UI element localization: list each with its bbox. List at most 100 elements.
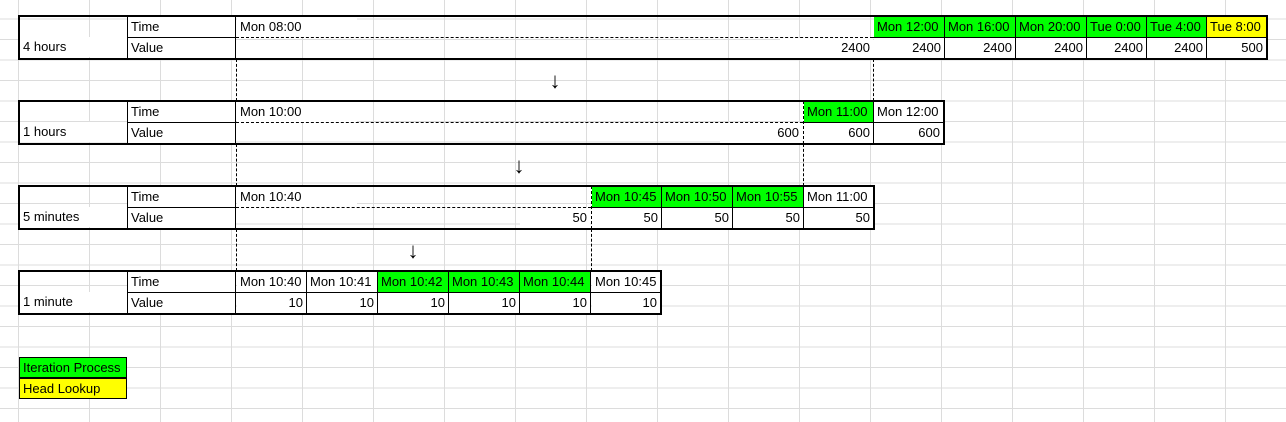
value-cell[interactable]: 50 [733, 208, 803, 228]
table-border [803, 186, 804, 229]
zoom-guide-line [236, 229, 237, 271]
resolution-label-1m[interactable]: 1 minute [20, 292, 127, 312]
value-cell[interactable]: 600 [804, 123, 873, 143]
table-border [18, 228, 875, 230]
value-cell[interactable]: 50 [520, 208, 590, 228]
table-border [18, 185, 20, 230]
row-label-time[interactable]: Time [128, 17, 235, 37]
table-border [18, 143, 945, 145]
table-border [18, 313, 662, 315]
table-border [18, 15, 20, 60]
time-cell[interactable]: Mon 20:00 [1016, 17, 1086, 37]
value-cell[interactable]: 10 [592, 293, 660, 313]
time-cell[interactable]: Mon 08:00 [237, 17, 357, 37]
time-cell[interactable]: Mon 10:40 [237, 187, 357, 207]
value-cell[interactable]: 10 [307, 293, 377, 313]
row-label-time[interactable]: Time [128, 102, 235, 122]
time-cell[interactable]: Mon 10:50 [662, 187, 732, 207]
value-cell[interactable]: 10 [520, 293, 590, 313]
time-cell[interactable]: Mon 12:00 [874, 17, 944, 37]
value-cell[interactable]: 2400 [1016, 38, 1086, 58]
value-cell[interactable]: 10 [378, 293, 448, 313]
table-border [448, 271, 449, 314]
table-border [18, 270, 662, 272]
value-cell[interactable]: 2400 [874, 38, 944, 58]
table-border [128, 207, 235, 208]
table-border [18, 100, 20, 145]
table-border [18, 185, 875, 187]
table-border [590, 271, 591, 314]
value-cell[interactable]: 600 [874, 123, 943, 143]
value-cell[interactable]: 2400 [780, 38, 873, 58]
time-cell[interactable]: Mon 10:42 [378, 272, 448, 292]
row-label-value[interactable]: Value [128, 123, 235, 143]
value-cell[interactable]: 2400 [945, 38, 1015, 58]
time-cell[interactable]: Mon 10:43 [449, 272, 519, 292]
row-label-value[interactable]: Value [128, 38, 235, 58]
table-border [236, 122, 803, 123]
time-cell[interactable]: Mon 10:44 [520, 272, 590, 292]
row-label-value[interactable]: Value [128, 293, 235, 313]
time-cell[interactable]: Tue 4:00 [1147, 17, 1206, 37]
table-border [306, 271, 307, 314]
table-border [1146, 16, 1147, 59]
down-arrow-icon: ↓ [513, 153, 525, 178]
table-border [661, 186, 662, 229]
spreadsheet-grid: 4 hours Time Value Mon 08:00 2400 Mon 12… [0, 0, 1286, 422]
row-label-value[interactable]: Value [128, 208, 235, 228]
time-cell[interactable]: Mon 10:41 [307, 272, 377, 292]
time-cell[interactable]: Tue 0:00 [1087, 17, 1146, 37]
table-border [591, 186, 592, 229]
zoom-guide-line [236, 144, 237, 186]
time-cell[interactable]: Mon 10:45 [592, 187, 661, 207]
value-cell[interactable]: 50 [804, 208, 873, 228]
resolution-label-4h[interactable]: 4 hours [20, 37, 127, 57]
row-label-time[interactable]: Time [128, 272, 235, 292]
table-border [128, 37, 235, 38]
table-border [18, 270, 20, 315]
value-cell[interactable]: 50 [592, 208, 661, 228]
table-border [803, 101, 804, 144]
resolution-label-1h[interactable]: 1 hours [20, 122, 127, 142]
table-border [519, 271, 520, 314]
legend-iteration-process[interactable]: Iteration Process [19, 357, 127, 378]
time-cell[interactable]: Mon 10:55 [733, 187, 803, 207]
table-border [18, 15, 1268, 17]
table-border [873, 37, 1267, 38]
value-cell[interactable]: 10 [237, 293, 306, 313]
table-border [873, 101, 874, 144]
table-border [732, 186, 733, 229]
row-label-time[interactable]: Time [128, 187, 235, 207]
time-cell[interactable]: Mon 10:45 [592, 272, 660, 292]
down-arrow-icon: ↓ [407, 238, 419, 263]
table-border [128, 122, 235, 123]
time-cell[interactable]: Mon 11:00 [804, 187, 873, 207]
down-arrow-icon: ↓ [549, 68, 561, 93]
table-border [944, 16, 945, 59]
value-cell[interactable]: 2400 [1147, 38, 1206, 58]
time-cell[interactable]: Tue 8:00 [1207, 17, 1266, 37]
time-cell[interactable]: Mon 11:00 [804, 102, 873, 122]
zoom-guide-line [591, 229, 592, 271]
table-border [1015, 16, 1016, 59]
time-cell[interactable]: Mon 12:00 [874, 102, 944, 122]
zoom-guide-line [873, 59, 874, 101]
table-border [236, 37, 873, 38]
resolution-label-5m[interactable]: 5 minutes [20, 207, 127, 227]
table-border [1206, 16, 1207, 59]
time-cell[interactable]: Mon 10:40 [237, 272, 306, 292]
time-cell[interactable]: Mon 10:00 [237, 102, 357, 122]
table-border [377, 271, 378, 314]
value-cell[interactable]: 600 [720, 123, 802, 143]
legend-head-lookup[interactable]: Head Lookup [19, 378, 127, 399]
table-border [1086, 16, 1087, 59]
table-border [236, 207, 591, 208]
time-cell[interactable]: Mon 16:00 [945, 17, 1015, 37]
value-cell[interactable]: 500 [1207, 38, 1266, 58]
value-cell[interactable]: 10 [449, 293, 519, 313]
value-cell[interactable]: 2400 [1087, 38, 1146, 58]
table-border [18, 58, 1268, 60]
table-border [18, 100, 945, 102]
value-cell[interactable]: 50 [662, 208, 732, 228]
zoom-guide-line [236, 59, 237, 101]
